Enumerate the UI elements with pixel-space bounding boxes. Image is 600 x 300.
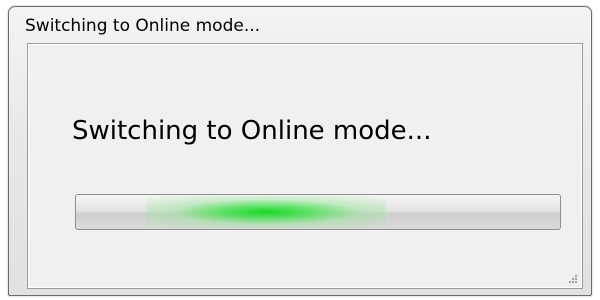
status-message: Switching to Online mode...	[72, 116, 432, 146]
title-bar[interactable]: Switching to Online mode...	[9, 7, 591, 41]
progress-bar	[75, 194, 561, 230]
progress-marquee-indicator	[146, 196, 386, 228]
progress-dialog-window: Switching to Online mode... Switching to…	[8, 6, 592, 296]
window-title: Switching to Online mode...	[25, 16, 261, 36]
dialog-content: Switching to Online mode...	[27, 43, 583, 289]
resize-grip-icon[interactable]	[566, 272, 578, 284]
